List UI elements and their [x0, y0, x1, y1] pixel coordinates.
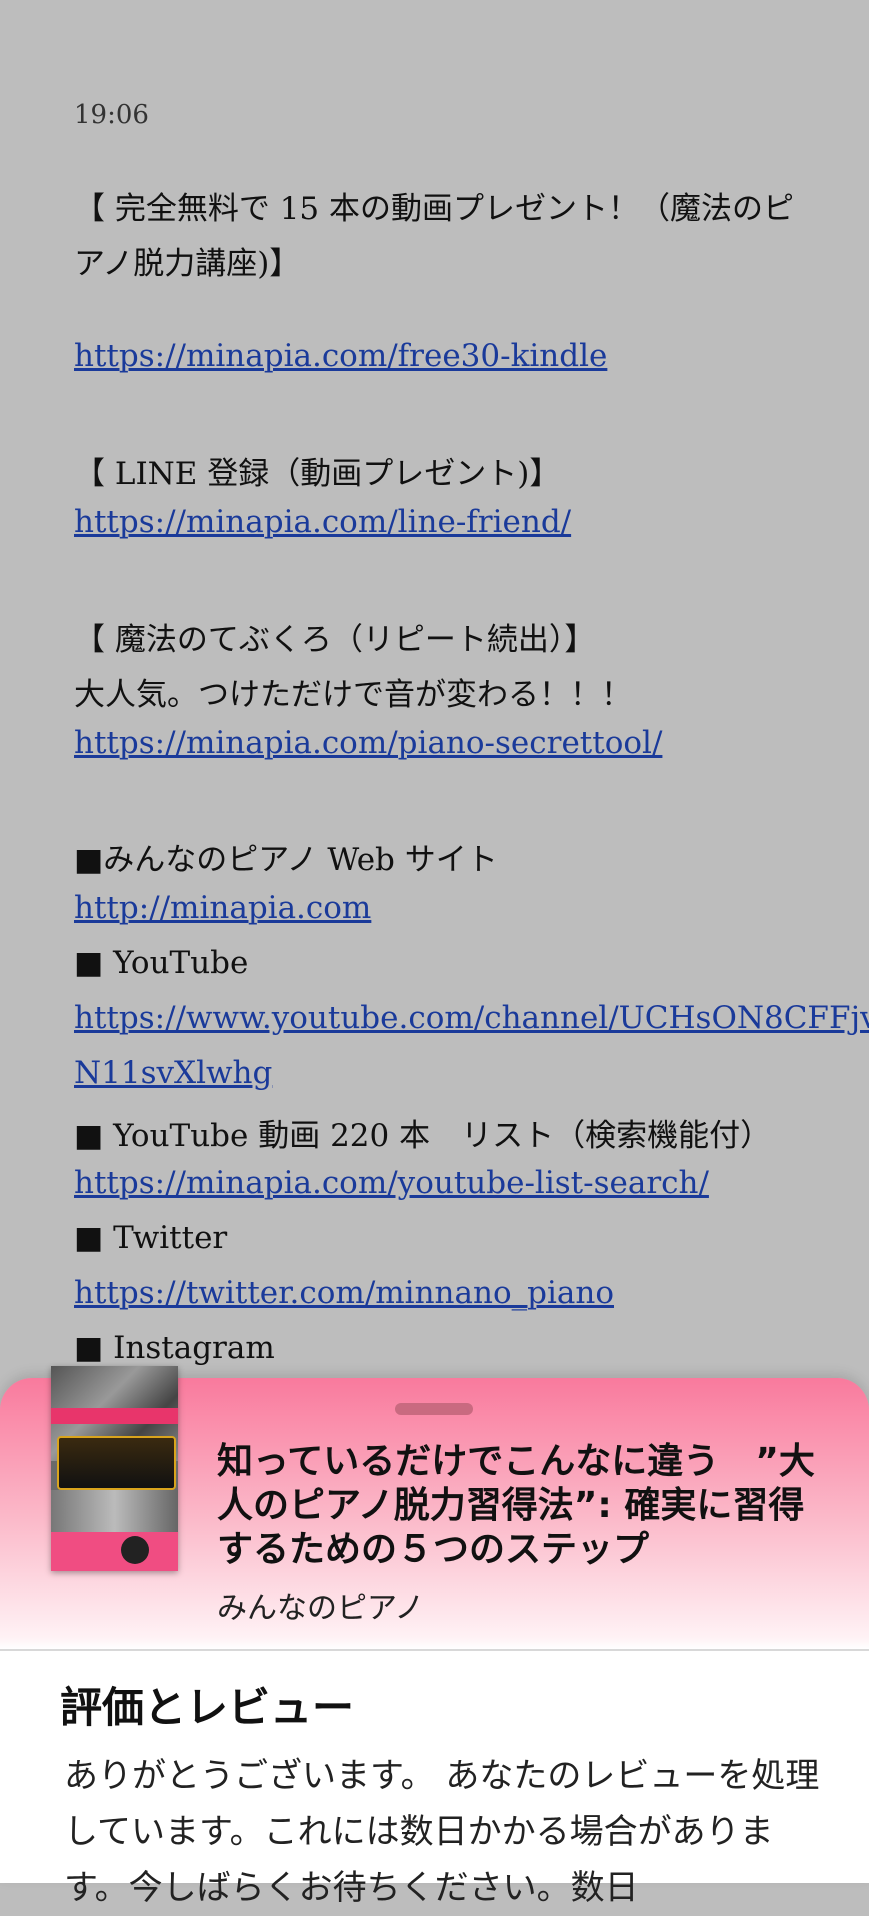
- link-piano-secrettool[interactable]: https://minapia.com/piano-secrettool/: [74, 725, 662, 761]
- link-minapia-site[interactable]: http://minapia.com: [74, 890, 371, 926]
- review-processing-message: ありがとうございます。 あなたのレビューを処理しています。これには数日かかる場合…: [64, 1756, 820, 1908]
- text-line: ■みんなのピアノ Web サイト: [74, 842, 498, 878]
- text-line: ■ YouTube 動画 220 本 リスト（検索機能付）: [74, 1118, 772, 1154]
- link-free30-kindle[interactable]: https://minapia.com/free30-kindle: [74, 338, 607, 374]
- cover-title-box: [57, 1436, 176, 1490]
- book-title: 知っているだけでこんなに違う ”大人のピアノ脱力習得法”: 確実に習得するための…: [217, 1441, 815, 1570]
- clock-time: 19:06: [74, 100, 149, 130]
- text-line: 【 LINE 登録（動画プレゼント)】: [74, 456, 561, 492]
- cover-piano-photo: [51, 1490, 178, 1532]
- cover-banner: [51, 1408, 178, 1424]
- text-line: 大人気。つけただけで音が変わる！！！: [74, 677, 632, 713]
- link-youtube-channel[interactable]: https://www.youtube.com/channel/UCHsON8C…: [74, 1000, 869, 1036]
- text-line: ■ Instagram: [74, 1330, 275, 1366]
- bottom-sheet: 知っているだけでこんなに違う ”大人のピアノ脱力習得法”: 確実に習得するための…: [0, 1366, 869, 1908]
- drag-handle[interactable]: [395, 1403, 473, 1415]
- cover-footer: [51, 1532, 178, 1571]
- text-line: 【 完全無料で 15 本の動画プレゼント！（魔法のピ: [74, 191, 795, 227]
- cover-brand-icon: [121, 1536, 149, 1564]
- link-twitter[interactable]: https://twitter.com/minnano_piano: [74, 1275, 614, 1311]
- link-line-friend[interactable]: https://minapia.com/line-friend/: [74, 504, 571, 540]
- reader-page: 19:06 【 完全無料で 15 本の動画プレゼント！（魔法のピ アノ脱力講座)…: [0, 0, 869, 1400]
- text-line: 【 魔法のてぶくろ（リピート続出）】: [74, 622, 596, 658]
- link-youtube-list-search[interactable]: https://minapia.com/youtube-list-search/: [74, 1165, 709, 1201]
- book-cover-image: [51, 1366, 178, 1571]
- text-line: アノ脱力講座)】: [74, 246, 301, 282]
- text-line: ■ YouTube: [74, 945, 249, 981]
- divider: [0, 1649, 869, 1651]
- text-line: ■ Twitter: [74, 1220, 228, 1256]
- link-youtube-channel-cont[interactable]: N11svXlwhg: [74, 1055, 272, 1091]
- book-author: みんなのピアノ: [217, 1591, 425, 1626]
- ratings-reviews-heading: 評価とレビュー: [60, 1683, 355, 1732]
